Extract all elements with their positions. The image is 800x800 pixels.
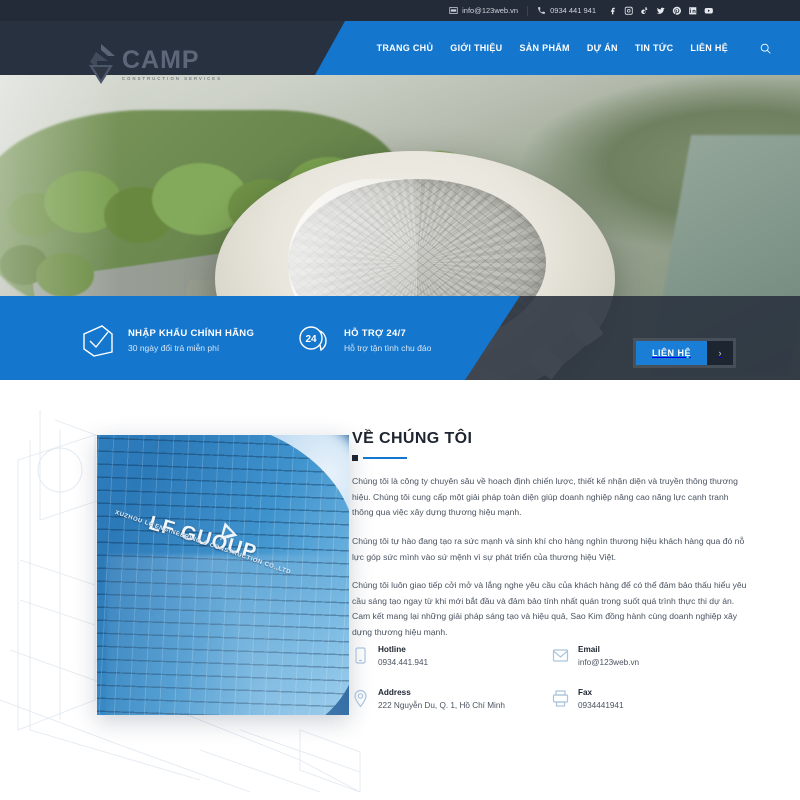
facebook-icon[interactable]: [608, 6, 618, 16]
rule-line: [363, 457, 407, 459]
email-icon: [449, 6, 458, 15]
main-nav: TRANG CHỦ GIỚI THIỆU SẢN PHẨM DỰ ÁN TIN …: [377, 42, 772, 55]
contact-email-value: info@123web.vn: [578, 658, 640, 667]
nav-item-lien-he[interactable]: LIÊN HỆ: [690, 43, 728, 53]
map-pin-icon: [352, 689, 369, 708]
about-text-block: VỀ CHÚNG TÔI Chúng tôi là công ty chuyên…: [352, 430, 752, 641]
photo-glass-reflection: [107, 555, 349, 715]
contact-address[interactable]: Address 222 Nguyễn Du, Q. 1, Hồ Chí Minh: [352, 688, 552, 710]
contact-hotline-label: Hotline: [378, 645, 406, 654]
nav-item-gioi-thieu[interactable]: GIỚI THIỆU: [450, 43, 502, 53]
logo-title: CAMP: [122, 45, 200, 74]
about-section: LF GUOUP XUZHOU LF ENGINEERING & CONSTRU…: [0, 380, 800, 800]
linkedin-icon[interactable]: [688, 6, 698, 16]
contact-address-label: Address: [378, 688, 411, 697]
nav-item-trang-chu[interactable]: TRANG CHỦ: [377, 43, 434, 53]
logo-text-block: CAMP CONSTRUCTION SERVICES: [122, 45, 223, 81]
contact-fax-value: 0934441941: [578, 701, 624, 710]
contact-address-value: 222 Nguyễn Du, Q. 1, Hồ Chí Minh: [378, 701, 505, 710]
phone-icon: [537, 6, 546, 15]
contact-fax-text: Fax 0934441941: [578, 688, 624, 710]
about-paragraph-3: Chúng tôi luôn giao tiếp cởi mở và lắng …: [352, 580, 747, 638]
nav-item-tin-tuc[interactable]: TIN TỨC: [635, 43, 674, 53]
camp-logo-mark-icon: [84, 43, 118, 85]
search-icon[interactable]: [759, 42, 772, 55]
about-photo: LF GUOUP XUZHOU LF ENGINEERING & CONSTRU…: [97, 435, 349, 715]
topbar-email[interactable]: info@123web.vn: [449, 6, 518, 15]
contact-address-text: Address 222 Nguyễn Du, Q. 1, Hồ Chí Minh: [378, 688, 505, 710]
social-links: [608, 6, 714, 16]
youtube-icon[interactable]: [704, 6, 714, 16]
logo-tagline: CONSTRUCTION SERVICES: [122, 75, 223, 81]
contact-fax-label: Fax: [578, 688, 593, 697]
contact-cta-label: LIÊN HỆ: [636, 341, 708, 365]
feature-item-support: 24 HỖ TRỢ 24/7 Hỗ trợ tận tình chu đáo: [296, 322, 431, 358]
feature-text-import: NHẬP KHẨU CHÍNH HÃNG 30 ngày đổi trả miễ…: [128, 328, 254, 353]
about-heading-rule: [352, 455, 752, 461]
fax-icon: [552, 689, 569, 708]
contact-hotline[interactable]: Hotline 0934.441.941: [352, 645, 552, 667]
instagram-icon[interactable]: [624, 6, 634, 16]
feature-blue-panel: [0, 296, 520, 380]
contact-cta-button[interactable]: LIÊN HỆ ›: [636, 341, 734, 365]
mobile-phone-icon: [352, 646, 369, 665]
contact-email-text: Email info@123web.vn: [578, 645, 639, 667]
feature-subtitle-support: Hỗ trợ tận tình chu đáo: [344, 342, 432, 353]
about-paragraph-2: Chúng tôi tự hào đang tạo ra sức mạnh và…: [352, 535, 745, 562]
about-heading: VỀ CHÚNG TÔI: [352, 430, 473, 447]
rule-square: [352, 455, 358, 461]
feature-title-support: HỖ TRỢ 24/7: [344, 327, 407, 339]
contact-fax[interactable]: Fax 0934441941: [552, 688, 752, 710]
support-24-icon: 24: [296, 322, 332, 358]
pinterest-icon[interactable]: [672, 6, 682, 16]
site-logo[interactable]: CAMP CONSTRUCTION SERVICES: [84, 43, 222, 85]
feature-text-support: HỖ TRỢ 24/7 Hỗ trợ tận tình chu đáo: [344, 328, 431, 353]
topbar-phone-text: 0934 441 941: [550, 6, 596, 15]
tiktok-icon[interactable]: [640, 6, 650, 16]
feature-item-import: NHẬP KHẨU CHÍNH HÃNG 30 ngày đổi trả miễ…: [80, 322, 254, 358]
feature-strip: NHẬP KHẨU CHÍNH HÃNG 30 ngày đổi trả miễ…: [0, 296, 800, 380]
topbar-divider: [527, 5, 529, 16]
twitter-icon[interactable]: [656, 6, 666, 16]
topbar-phone[interactable]: 0934 441 941: [537, 6, 596, 15]
chevron-right-icon: ›: [707, 341, 734, 365]
about-paragraph-1: Chúng tôi là công ty chuyên sâu về hoạch…: [352, 476, 738, 518]
site-header: TRANG CHỦ GIỚI THIỆU SẢN PHẨM DỰ ÁN TIN …: [0, 21, 800, 84]
contact-info-grid: Hotline 0934.441.941 Email info@123web.v…: [352, 645, 752, 710]
feature-title-import: NHẬP KHẨU CHÍNH HÃNG: [128, 327, 255, 339]
nav-item-san-pham[interactable]: SẢN PHẨM: [519, 43, 569, 53]
feature-subtitle-import: 30 ngày đổi trả miễn phí: [128, 342, 220, 353]
topbar-email-text: info@123web.vn: [462, 6, 519, 15]
contact-hotline-value: 0934.441.941: [378, 658, 429, 667]
top-bar: info@123web.vn 0934 441 941: [0, 0, 800, 21]
contact-email-label: Email: [578, 645, 600, 654]
envelope-icon: [552, 646, 569, 665]
nav-item-du-an[interactable]: DỰ ÁN: [587, 43, 618, 53]
contact-email[interactable]: Email info@123web.vn: [552, 645, 752, 667]
check-box-icon: [80, 322, 116, 358]
svg-text:24: 24: [305, 334, 317, 345]
contact-hotline-text: Hotline 0934.441.941: [378, 645, 428, 667]
